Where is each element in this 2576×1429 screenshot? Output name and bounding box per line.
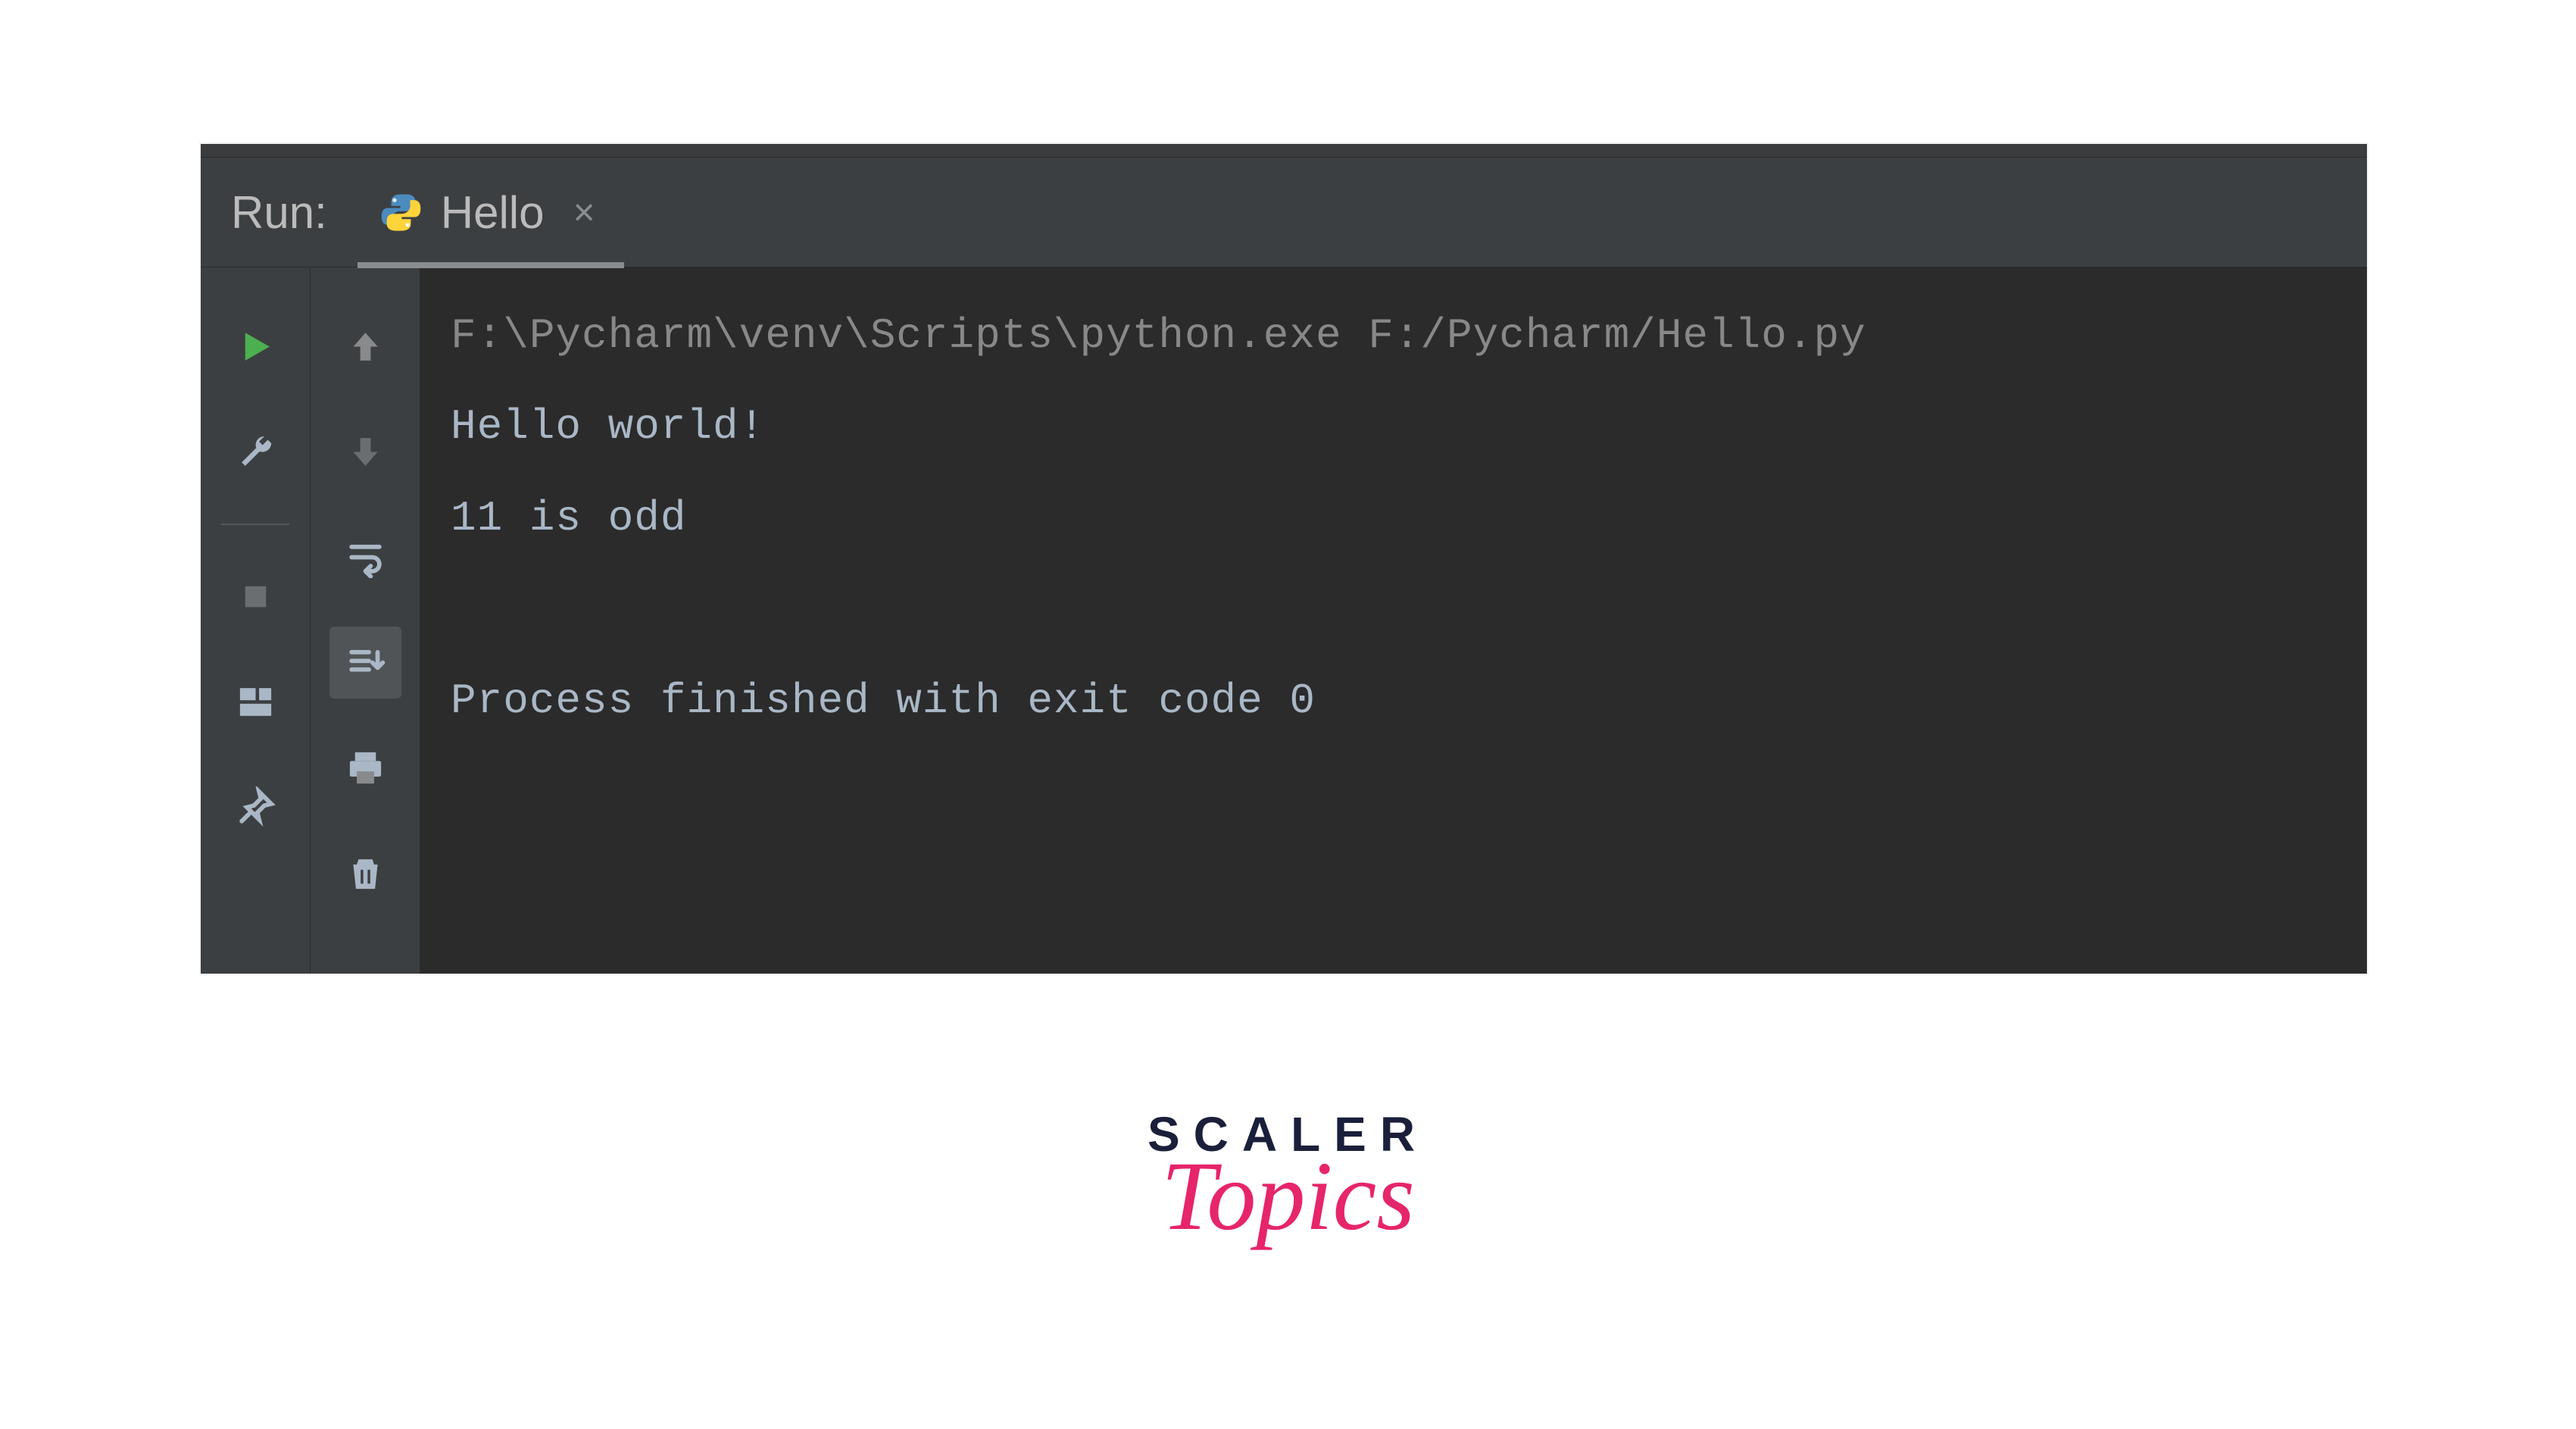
window-top-strip — [201, 144, 2367, 158]
console-command-line: F:\Pycharm\venv\Scripts\python.exe F:/Py… — [451, 311, 1866, 360]
down-arrow-button[interactable] — [329, 416, 401, 488]
trash-button[interactable] — [329, 837, 401, 909]
soft-wrap-button[interactable] — [329, 521, 401, 593]
scaler-topics-logo: SCALER Topics — [1147, 1106, 1429, 1253]
up-arrow-button[interactable] — [329, 311, 401, 383]
logo-topics-text: Topics — [1147, 1140, 1429, 1253]
rerun-button[interactable] — [220, 311, 292, 383]
run-label: Run: — [231, 186, 327, 239]
run-actions-gutter — [201, 267, 311, 974]
console-actions-gutter — [311, 267, 420, 974]
stop-button[interactable] — [220, 561, 292, 633]
print-button[interactable] — [329, 732, 401, 804]
console-exit-line: Process finished with exit code 0 — [451, 677, 1316, 725]
scroll-to-end-button[interactable] — [329, 627, 401, 699]
console-output-line: 11 is odd — [451, 494, 686, 543]
console-output[interactable]: F:\Pycharm\venv\Scripts\python.exe F:/Py… — [420, 267, 2367, 974]
run-tool-window: Run: Hello × — [201, 144, 2367, 974]
pin-button[interactable] — [220, 771, 292, 843]
run-config-tab[interactable]: Hello × — [358, 158, 624, 267]
console-output-line: Hello world! — [451, 402, 765, 451]
wrench-button[interactable] — [220, 416, 292, 488]
run-body: F:\Pycharm\venv\Scripts\python.exe F:/Py… — [201, 267, 2367, 974]
gutter-divider — [221, 524, 289, 525]
layout-button[interactable] — [220, 666, 292, 738]
run-tab-bar: Run: Hello × — [201, 158, 2367, 267]
python-icon — [380, 192, 422, 233]
close-icon[interactable]: × — [567, 190, 601, 234]
run-tab-label: Hello — [441, 186, 545, 239]
